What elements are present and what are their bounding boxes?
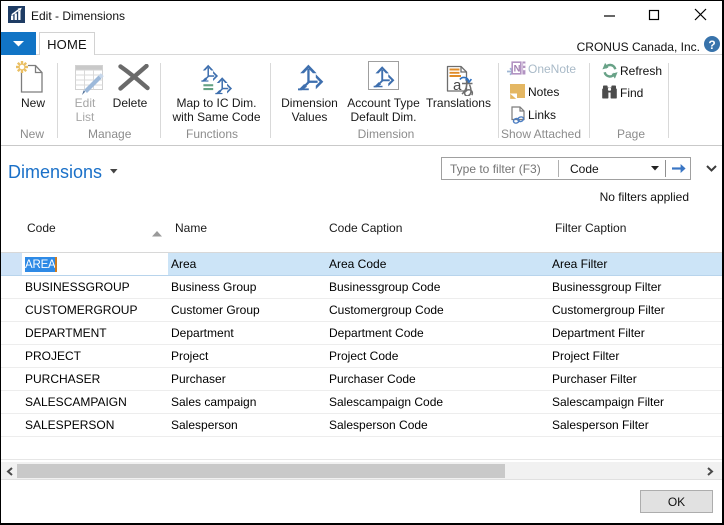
svg-text:a: a	[453, 77, 462, 94]
svg-text:N: N	[514, 64, 521, 75]
